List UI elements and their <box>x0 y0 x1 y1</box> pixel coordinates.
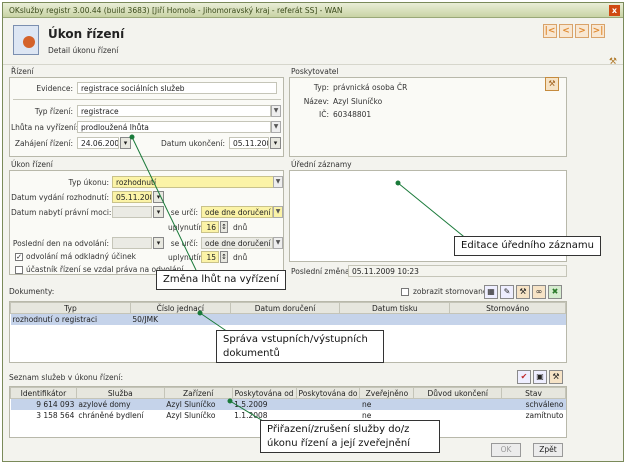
callout-connectors <box>129 134 469 425</box>
connector-dot <box>197 310 203 316</box>
connector-line <box>397 182 469 241</box>
callout-dokumenty: Správa vstupních/výstupních dokumentů <box>216 330 384 363</box>
connector-dot <box>227 398 233 404</box>
callout-sluzby: Přiřazení/zrušení služby do/z úkonu říze… <box>260 420 440 453</box>
callout-editace: Editace úředního záznamu <box>454 236 601 256</box>
callout-lhuty: Změna lhůt na vyřízení <box>156 270 286 290</box>
connector-line <box>131 136 197 271</box>
connector-dot <box>129 134 135 140</box>
connector-dot <box>395 180 401 186</box>
